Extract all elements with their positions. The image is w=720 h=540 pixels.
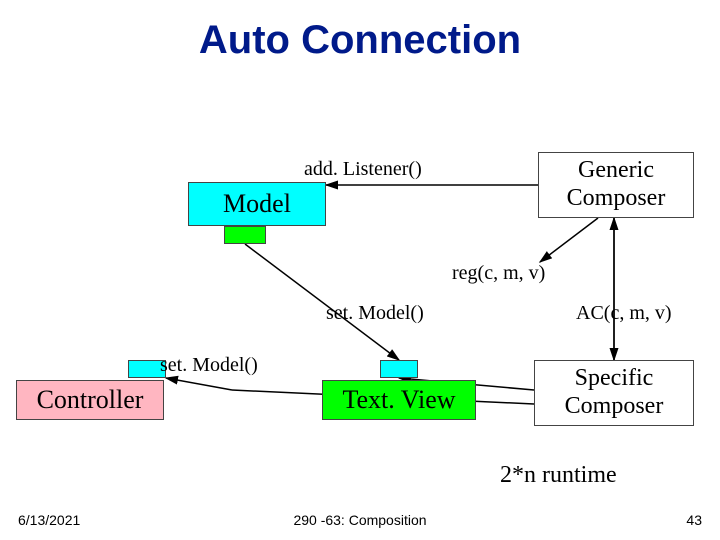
- specific-composer-box: Specific Composer: [534, 360, 694, 426]
- textview-label: Text. View: [342, 385, 455, 415]
- runtime-note: 2*n runtime: [500, 462, 617, 489]
- footer-page-number: 43: [686, 512, 702, 528]
- setmodel-left-label: set. Model(): [160, 354, 258, 377]
- specific-line2: Composer: [565, 393, 664, 421]
- ac-label: AC(c, m, v): [576, 302, 672, 325]
- footer-center: 290 -63: Composition: [0, 512, 720, 528]
- model-stub: [224, 226, 266, 244]
- controller-box: Controller: [16, 380, 164, 420]
- model-label: Model: [223, 189, 291, 219]
- slide-title: Auto Connection: [0, 18, 720, 63]
- generic-composer-box: Generic Composer: [538, 152, 694, 218]
- reg-label: reg(c, m, v): [452, 262, 545, 285]
- model-box: Model: [188, 182, 326, 226]
- generic-line1: Generic: [578, 157, 654, 185]
- addlistener-label: add. Listener(): [304, 158, 422, 181]
- setmodel-top-label: set. Model(): [326, 302, 424, 325]
- textview-stub: [380, 360, 418, 378]
- diagram-arrows: [0, 0, 720, 540]
- controller-label: Controller: [37, 385, 144, 415]
- generic-line2: Composer: [567, 185, 666, 213]
- textview-box: Text. View: [322, 380, 476, 420]
- specific-line1: Specific: [575, 365, 654, 393]
